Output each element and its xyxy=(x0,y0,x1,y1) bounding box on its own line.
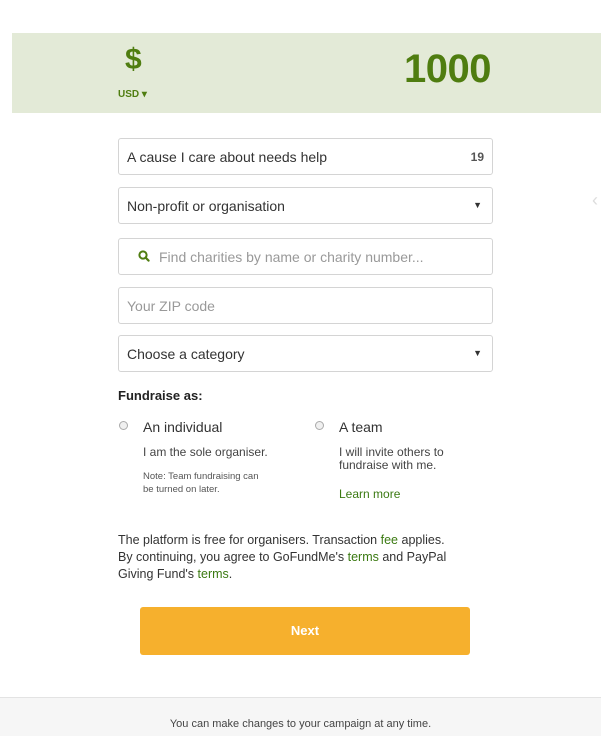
legal-notice: The platform is free for organisers. Tra… xyxy=(118,532,498,583)
individual-option-note-line1: Note: Team fundraising can xyxy=(143,471,259,482)
paypal-giving-fund-terms-link[interactable]: terms xyxy=(198,567,229,581)
legal-text: By continuing, you agree to GoFundMe's xyxy=(118,550,348,564)
legal-text: Giving Fund's xyxy=(118,567,198,581)
caret-down-icon: ▼ xyxy=(473,348,482,358)
fundraise-as-heading: Fundraise as: xyxy=(118,388,203,403)
caret-down-icon: ▼ xyxy=(473,200,482,210)
search-icon xyxy=(138,250,150,262)
campaign-title-field[interactable]: A cause I care about needs help 19 xyxy=(118,138,493,175)
next-button[interactable]: Next xyxy=(140,607,470,655)
legal-text: . xyxy=(228,567,233,581)
goal-amount-input[interactable]: 1000 xyxy=(404,49,491,89)
fee-link[interactable]: fee xyxy=(381,533,398,547)
team-radio[interactable] xyxy=(315,421,324,430)
charity-search-placeholder: Find charities by name or charity number… xyxy=(159,249,424,265)
zip-code-field[interactable]: Your ZIP code xyxy=(118,287,493,324)
team-option-title[interactable]: A team xyxy=(339,419,383,435)
charity-search-input[interactable]: Find charities by name or charity number… xyxy=(118,238,493,275)
beneficiary-select[interactable]: Non-profit or organisation ▼ xyxy=(118,187,493,224)
category-select-value: Choose a category xyxy=(127,346,245,362)
footer: You can make changes to your campaign at… xyxy=(0,698,601,736)
goal-amount-bar: $ USD ▾ 1000 xyxy=(12,33,601,113)
individual-radio[interactable] xyxy=(119,421,128,430)
legal-text: and PayPal xyxy=(378,550,447,564)
category-select[interactable]: Choose a category ▼ xyxy=(118,335,493,372)
individual-option-title[interactable]: An individual xyxy=(143,419,222,435)
currency-symbol: $ xyxy=(125,43,142,76)
learn-more-link[interactable]: Learn more xyxy=(339,487,400,501)
zip-code-placeholder: Your ZIP code xyxy=(127,298,215,314)
currency-dropdown[interactable]: USD ▾ xyxy=(118,89,147,100)
legal-text: applies. xyxy=(398,533,445,547)
gofundme-terms-link[interactable]: terms xyxy=(348,550,379,564)
individual-option-description: I am the sole organiser. xyxy=(143,445,268,459)
individual-option-note-line2: be turned on later. xyxy=(143,484,220,495)
beneficiary-select-value: Non-profit or organisation xyxy=(127,198,285,214)
character-counter: 19 xyxy=(470,150,484,164)
team-option-description-line2: fundraise with me. xyxy=(339,458,437,472)
legal-text: The platform is free for organisers. Tra… xyxy=(118,533,381,547)
campaign-title-value: A cause I care about needs help xyxy=(127,149,328,165)
footer-note: You can make changes to your campaign at… xyxy=(169,718,432,730)
chevron-left-icon[interactable]: ‹ xyxy=(592,190,598,211)
